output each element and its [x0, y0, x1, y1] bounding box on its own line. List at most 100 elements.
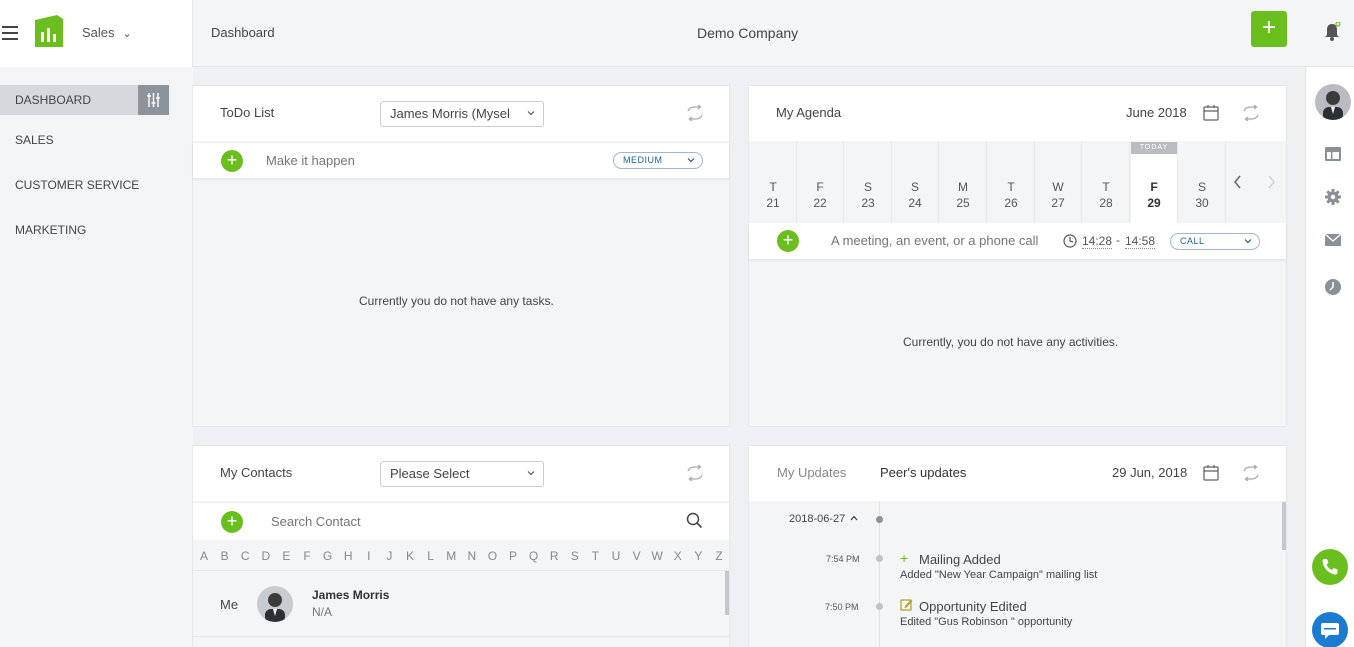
alphabet-letter[interactable]: Z	[711, 549, 727, 563]
day-cell[interactable]: F 22	[797, 142, 844, 223]
phone-icon	[1322, 559, 1338, 575]
todo-assignee-value: James Morris (Mysel	[390, 106, 510, 121]
alphabet-letter[interactable]: C	[237, 549, 253, 563]
module-selector[interactable]: Sales ⌄	[82, 25, 132, 40]
priority-value: MEDIUM	[623, 155, 663, 165]
day-cell[interactable]: S 30	[1179, 142, 1226, 223]
alphabet-letter[interactable]: J	[381, 549, 397, 563]
day-cell[interactable]: S 24	[892, 142, 939, 223]
sidebar-item-customer-service[interactable]: CUSTOMER SERVICE	[0, 170, 170, 200]
alphabet-letter[interactable]: U	[608, 549, 624, 563]
breadcrumb: Dashboard	[211, 25, 275, 40]
history-clock-icon[interactable]	[1324, 278, 1342, 296]
chevron-right-icon[interactable]	[1266, 175, 1276, 189]
alphabet-letter[interactable]: M	[443, 549, 459, 563]
mail-icon[interactable]	[1324, 231, 1342, 249]
alphabet-letter[interactable]: O	[484, 549, 500, 563]
refresh-icon[interactable]	[1242, 105, 1260, 121]
layout-icon[interactable]	[1324, 145, 1342, 163]
search-icon[interactable]	[686, 512, 703, 529]
updates-scrollbar[interactable]	[1282, 502, 1286, 550]
alphabet-letter[interactable]: L	[423, 549, 439, 563]
hamburger-menu-icon[interactable]	[2, 26, 18, 40]
alphabet-letter[interactable]: E	[278, 549, 294, 563]
update-title[interactable]: Mailing Added	[919, 552, 1001, 567]
day-cell[interactable]: T 28	[1083, 142, 1130, 223]
alphabet-letter[interactable]: D	[258, 549, 274, 563]
alphabet-letter[interactable]: Q	[526, 549, 542, 563]
priority-select[interactable]: MEDIUM	[613, 152, 703, 169]
contact-row[interactable]: Me James Morris N/A	[193, 571, 729, 637]
alphabet-letter[interactable]: V	[629, 549, 645, 563]
day-cell-today[interactable]: TODAY F 29	[1131, 142, 1178, 223]
contact-name[interactable]: James Morris	[312, 588, 389, 602]
contacts-filter-select[interactable]: Please Select	[380, 461, 544, 487]
activity-type-select[interactable]: CALL	[1170, 233, 1260, 250]
agenda-panel-title: My Agenda	[776, 105, 842, 120]
activity-input[interactable]	[831, 233, 1059, 248]
day-cell[interactable]: T 26	[988, 142, 1035, 223]
chevron-down-icon	[1244, 239, 1252, 244]
plus-icon: +	[900, 550, 909, 566]
company-name: Demo Company	[697, 25, 799, 41]
user-avatar[interactable]	[1315, 84, 1351, 120]
sidebar-item-dashboard[interactable]: DASHBOARD	[0, 85, 138, 115]
alphabet-letter[interactable]: W	[649, 549, 665, 563]
contact-search-input[interactable]	[271, 514, 651, 529]
alphabet-letter[interactable]: F	[299, 549, 315, 563]
sidebar-item-sales[interactable]: SALES	[0, 125, 170, 155]
tab-peers-updates[interactable]: Peer's updates	[880, 465, 966, 480]
phone-button[interactable]	[1312, 549, 1348, 585]
alphabet-letter[interactable]: R	[546, 549, 562, 563]
task-input[interactable]	[266, 153, 566, 168]
updates-date: 29 Jun, 2018	[1112, 465, 1188, 480]
calendar-icon[interactable]	[1202, 464, 1220, 482]
alphabet-letter[interactable]: I	[361, 549, 377, 563]
day-cell[interactable]: T 21	[750, 142, 797, 223]
refresh-icon[interactable]	[686, 465, 704, 481]
gear-icon[interactable]	[1324, 188, 1342, 206]
calendar-icon[interactable]	[1202, 104, 1220, 122]
update-title[interactable]: Opportunity Edited	[919, 599, 1027, 614]
timeline-dot	[876, 603, 883, 610]
alphabet-letter[interactable]: A	[196, 549, 212, 563]
alphabet-letter[interactable]: N	[464, 549, 480, 563]
day-cell[interactable]: S 23	[845, 142, 892, 223]
refresh-icon[interactable]	[686, 105, 704, 121]
add-activity-button[interactable]: +	[777, 230, 799, 252]
refresh-icon[interactable]	[1242, 465, 1260, 481]
timeline-line	[879, 502, 880, 647]
activity-input-row: + 14:28 - 14:58 CALL	[749, 223, 1286, 259]
agenda-panel-header: My Agenda June 2018	[749, 86, 1286, 141]
alphabet-letter[interactable]: K	[402, 549, 418, 563]
todo-input-row: + MEDIUM	[193, 142, 729, 178]
time-from-field[interactable]: 14:28	[1082, 234, 1113, 249]
contacts-scrollbar[interactable]	[725, 571, 729, 615]
alphabet-letter[interactable]: G	[320, 549, 336, 563]
alphabet-letter[interactable]: X	[670, 549, 686, 563]
update-time: 7:54 PM	[826, 554, 860, 564]
global-add-button[interactable]: +	[1251, 11, 1287, 47]
notification-bell-icon[interactable]	[1323, 22, 1341, 42]
timeline-dot	[876, 555, 883, 562]
contacts-panel-title: My Contacts	[220, 465, 293, 480]
chevron-up-icon[interactable]	[850, 515, 858, 521]
chat-button[interactable]	[1312, 612, 1348, 647]
alphabet-letter[interactable]: B	[217, 549, 233, 563]
day-cell[interactable]: M 25	[940, 142, 987, 223]
add-contact-button[interactable]: +	[221, 511, 243, 533]
alphabet-letter[interactable]: S	[567, 549, 583, 563]
sidebar-item-marketing[interactable]: MARKETING	[0, 215, 170, 245]
edit-icon	[900, 599, 913, 611]
chevron-left-icon[interactable]	[1233, 175, 1243, 189]
alphabet-letter[interactable]: T	[587, 549, 603, 563]
alphabet-letter[interactable]: Y	[690, 549, 706, 563]
tab-my-updates[interactable]: My Updates	[777, 465, 846, 480]
add-task-button[interactable]: +	[221, 150, 243, 172]
day-cell[interactable]: W 27	[1035, 142, 1082, 223]
dashboard-settings-button[interactable]	[138, 85, 169, 115]
todo-assignee-select[interactable]: James Morris (Mysel	[380, 101, 544, 127]
time-to-field[interactable]: 14:58	[1125, 234, 1156, 249]
alphabet-letter[interactable]: H	[340, 549, 356, 563]
alphabet-letter[interactable]: P	[505, 549, 521, 563]
